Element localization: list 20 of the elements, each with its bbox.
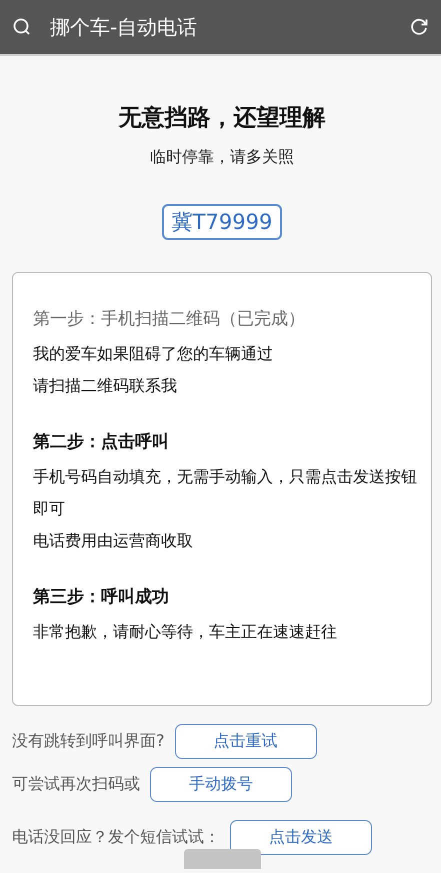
step-text: 非常抱歉，请耐心等待，车主正在速速赶往 (33, 621, 338, 643)
app-title: 挪个车-自动电话 (50, 14, 198, 40)
step-text: 电话费用由运营商收取 (33, 530, 194, 552)
license-plate-button[interactable]: 冀T79999 (162, 204, 282, 240)
search-icon[interactable] (12, 17, 32, 37)
prompt-text: 没有跳转到呼叫界面? (12, 731, 164, 752)
action-button[interactable]: 点击发送 (230, 820, 372, 855)
step-title: 第二步：点击呼叫 (33, 431, 170, 453)
headline: 无意挡路，还望理解 (117, 104, 326, 133)
prompt-text: 电话没回应？发个短信试试： (12, 827, 220, 848)
step-title: 第三步：呼叫成功 (33, 586, 170, 608)
subtitle: 临时停靠，请多关照 (149, 147, 295, 168)
prompt-text: 可尝试再次扫码或 (12, 774, 140, 795)
step-text: 请扫描二维码联系我 (33, 375, 178, 397)
action-button[interactable]: 点击重试 (174, 724, 316, 759)
refresh-icon[interactable] (409, 17, 429, 37)
action-button[interactable]: 手动拨号 (150, 767, 292, 802)
step-title: 第一步：手机扫描二维码（已完成） (33, 308, 306, 330)
step-text: 手机号码自动填充，无需手动输入，只需点击发送按钮即可 (33, 466, 418, 520)
step-text: 我的爱车如果阻碍了您的车辆通过 (33, 343, 274, 365)
